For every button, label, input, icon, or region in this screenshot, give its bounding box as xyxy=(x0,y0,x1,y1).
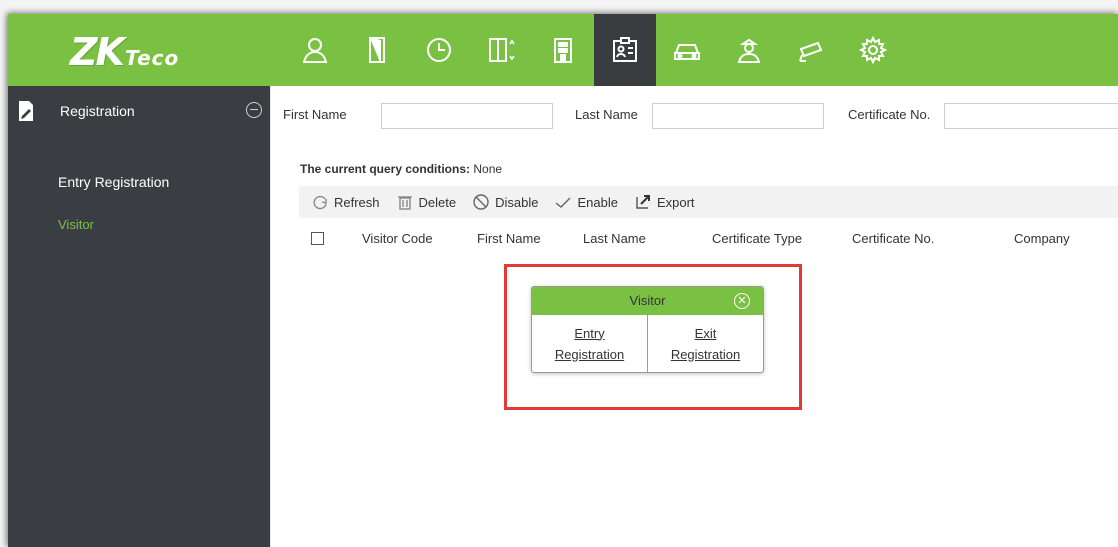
sidebar-section-title: Registration xyxy=(60,103,135,119)
popup-header: Visitor ✕ xyxy=(532,287,763,315)
export-icon xyxy=(636,195,650,209)
sidebar-item-entry-registration[interactable]: Entry Registration xyxy=(58,174,169,190)
disable-label: Disable xyxy=(495,194,539,210)
sidebar: Registration Entry Registration Visitor xyxy=(8,86,270,547)
entry-registration-link[interactable]: Entry Registration xyxy=(532,315,647,372)
person-icon[interactable] xyxy=(284,14,346,86)
module-icons xyxy=(284,14,904,86)
column-header[interactable]: Company xyxy=(1014,231,1070,246)
popup-title: Visitor xyxy=(629,293,666,308)
visitor-popup: Visitor ✕ Entry Registration Exit Regist… xyxy=(531,286,764,373)
car-icon[interactable] xyxy=(656,14,718,86)
guard-icon[interactable] xyxy=(718,14,780,86)
query-conditions: The current query conditions: None xyxy=(300,162,502,176)
popup-body: Entry Registration Exit Registration xyxy=(532,315,763,372)
column-header[interactable]: Last Name xyxy=(583,231,646,246)
exit-link-line1[interactable]: Exit xyxy=(695,323,717,344)
certificate-no-input[interactable] xyxy=(944,103,1118,129)
disable-button[interactable]: Disable xyxy=(472,193,538,211)
building-icon[interactable] xyxy=(532,14,594,86)
elevator-icon[interactable] xyxy=(470,14,532,86)
export-label: Export xyxy=(656,194,695,210)
collapse-icon[interactable] xyxy=(246,102,262,118)
delete-button[interactable]: Delete xyxy=(396,193,457,211)
exit-link-line2[interactable]: Registration xyxy=(671,344,740,365)
entry-link-line1[interactable]: Entry xyxy=(574,323,604,344)
table-header: Visitor Code First Name Last Name Certif… xyxy=(299,218,1118,254)
logo-main: ZK xyxy=(70,30,125,74)
delete-label: Delete xyxy=(418,194,457,210)
trash-icon xyxy=(397,196,412,210)
close-icon[interactable]: ✕ xyxy=(734,293,750,309)
filter-row: First Name Last Name Certificate No. xyxy=(271,100,1118,129)
sidebar-item-visitor[interactable]: Visitor xyxy=(58,217,94,232)
logo-sub: Teco xyxy=(125,46,180,70)
top-nav-bar: ZK Teco xyxy=(8,14,1118,86)
refresh-button[interactable]: Refresh xyxy=(311,193,380,211)
certificate-no-label: Certificate No. xyxy=(848,107,931,122)
enable-label: Enable xyxy=(577,194,618,210)
door-icon[interactable] xyxy=(346,14,408,86)
sidebar-section-header[interactable]: Registration xyxy=(8,86,270,136)
last-name-label: Last Name xyxy=(575,107,638,122)
query-prefix: The current query conditions: xyxy=(300,162,471,176)
first-name-label: First Name xyxy=(283,107,347,122)
refresh-icon xyxy=(313,195,327,210)
toolbar: Refresh Delete Disable Enable Export xyxy=(299,186,1118,218)
first-name-input[interactable] xyxy=(381,103,553,129)
column-header[interactable]: Certificate No. xyxy=(852,231,934,246)
visitor-card-icon[interactable] xyxy=(594,14,656,86)
zkteco-logo: ZK Teco xyxy=(70,30,180,74)
last-name-input[interactable] xyxy=(652,103,824,129)
export-button[interactable]: Export xyxy=(634,193,695,211)
exit-registration-link[interactable]: Exit Registration xyxy=(647,315,763,372)
clock-icon[interactable] xyxy=(408,14,470,86)
select-all-checkbox[interactable] xyxy=(311,232,324,245)
registration-icon xyxy=(19,101,33,121)
column-header[interactable]: Visitor Code xyxy=(362,231,433,246)
column-header[interactable]: Certificate Type xyxy=(712,231,802,246)
disable-icon xyxy=(473,194,489,210)
entry-link-line2[interactable]: Registration xyxy=(555,344,624,365)
camera-icon[interactable] xyxy=(780,14,842,86)
check-icon xyxy=(556,197,571,208)
column-header[interactable]: First Name xyxy=(477,231,541,246)
enable-button[interactable]: Enable xyxy=(554,193,618,211)
query-value: None xyxy=(473,162,503,176)
gear-icon[interactable] xyxy=(842,14,904,86)
refresh-label: Refresh xyxy=(334,194,380,210)
